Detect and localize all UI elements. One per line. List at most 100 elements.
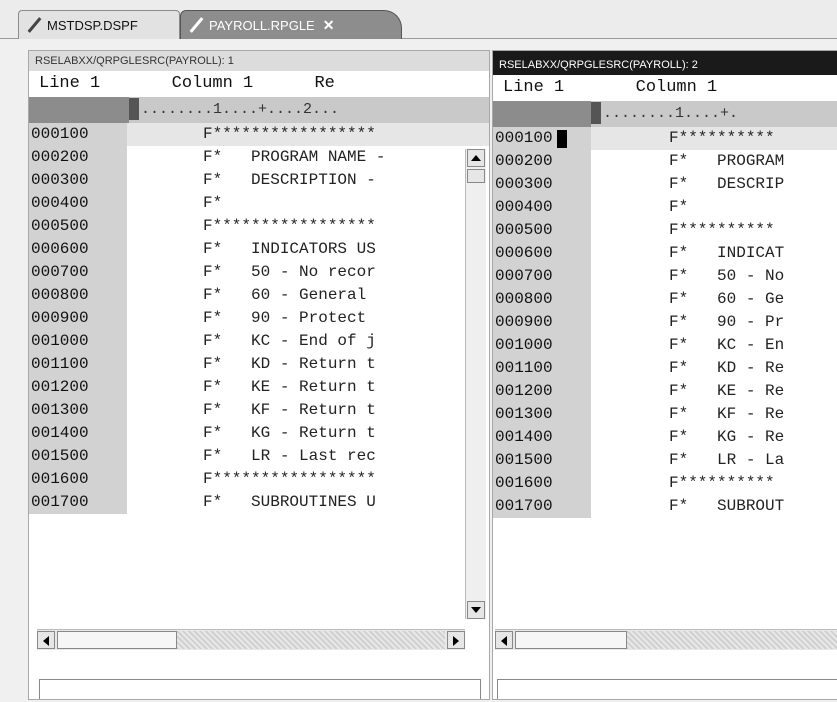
sequence-number: 000100	[493, 127, 591, 150]
source-text[interactable]: F**********	[591, 472, 837, 495]
source-line[interactable]: 001300 F* KF - Return t	[29, 399, 489, 422]
source-line[interactable]: 001600 F*****************	[29, 468, 489, 491]
tab-label: MSTDSP.DSPF	[47, 17, 138, 33]
horizontal-scrollbar[interactable]	[37, 629, 465, 650]
horizontal-scrollbar[interactable]	[495, 629, 837, 650]
source-text[interactable]: F*	[127, 192, 489, 215]
ruler-text: ........1....+.	[603, 105, 739, 122]
source-text[interactable]: F* 60 - General	[127, 284, 489, 307]
source-line[interactable]: 000600 F* INDICATORS US	[29, 238, 489, 261]
source-text[interactable]: F* DESCRIPTION -	[127, 169, 489, 192]
editor-pane-right[interactable]: RSELABXX/QRPGLESRC(PAYROLL): 2 Line 1 Co…	[492, 50, 837, 700]
scroll-thumb[interactable]	[467, 169, 485, 183]
sequence-number: 001700	[493, 495, 591, 518]
source-line[interactable]: 000700 F* 50 - No recor	[29, 261, 489, 284]
scroll-left-button[interactable]	[37, 631, 55, 649]
source-line[interactable]: 000900 F* 90 - Pr	[493, 311, 837, 334]
source-line[interactable]: 000200 F* PROGRAM NAME -	[29, 146, 489, 169]
source-line[interactable]: 001200 F* KE - Return t	[29, 376, 489, 399]
source-lines[interactable]: 000100 F********** 000200 F* PROGRAM 000300 F…	[493, 127, 837, 518]
vertical-scrollbar[interactable]	[465, 149, 486, 619]
source-text[interactable]: F*****************	[127, 123, 489, 146]
source-text[interactable]: F* KC - En	[591, 334, 837, 357]
source-text[interactable]: F* 90 - Protect	[127, 307, 489, 330]
source-text[interactable]: F* PROGRAM	[591, 150, 837, 173]
source-text[interactable]: F* PROGRAM NAME -	[127, 146, 489, 169]
source-line[interactable]: 000500 F**********	[493, 219, 837, 242]
source-line[interactable]: 000400 F*	[29, 192, 489, 215]
source-line[interactable]: 000300 F* DESCRIP	[493, 173, 837, 196]
source-text[interactable]: F* DESCRIP	[591, 173, 837, 196]
source-text[interactable]: F* KD - Re	[591, 357, 837, 380]
source-text[interactable]: F*	[591, 196, 837, 219]
scroll-thumb[interactable]	[515, 631, 627, 649]
scroll-down-button[interactable]	[467, 601, 485, 619]
source-text[interactable]: F* KG - Return t	[127, 422, 489, 445]
sequence-number: 001400	[493, 426, 591, 449]
source-line[interactable]: 000100 F**********	[493, 127, 837, 150]
tab-mstdsp-dspf[interactable]: MSTDSP.DSPF	[18, 10, 180, 39]
tab-payroll-rpgle[interactable]: PAYROLL.RPGLE ✕	[180, 10, 402, 39]
source-line[interactable]: 001000 F* KC - En	[493, 334, 837, 357]
source-text[interactable]: F* INDICAT	[591, 242, 837, 265]
source-line[interactable]: 000100 F*****************	[29, 123, 489, 146]
sequence-number: 001700	[29, 491, 127, 514]
scroll-right-button[interactable]	[447, 631, 465, 649]
editor-pane-left[interactable]: RSELABXX/QRPGLESRC(PAYROLL): 1 Line 1 Co…	[28, 50, 490, 700]
source-line[interactable]: 001400 F* KG - Re	[493, 426, 837, 449]
source-lines[interactable]: 000100 F***************** 000200 F* PROGRAM…	[29, 123, 489, 514]
scroll-track[interactable]	[627, 631, 837, 649]
scroll-left-button[interactable]	[495, 631, 513, 649]
source-line[interactable]: 001300 F* KF - Re	[493, 403, 837, 426]
source-line[interactable]: 000400 F*	[493, 196, 837, 219]
source-text[interactable]: F* KE - Re	[591, 380, 837, 403]
sequence-number: 000300	[493, 173, 591, 196]
sequence-number: 000400	[493, 196, 591, 219]
scroll-thumb[interactable]	[57, 631, 177, 649]
source-line[interactable]: 000300 F* DESCRIPTION -	[29, 169, 489, 192]
source-line[interactable]: 001400 F* KG - Return t	[29, 422, 489, 445]
source-line[interactable]: 001100 F* KD - Return t	[29, 353, 489, 376]
source-text[interactable]: F* KC - End of j	[127, 330, 489, 353]
sequence-number: 001300	[493, 403, 591, 426]
source-text[interactable]: F* 60 - Ge	[591, 288, 837, 311]
scroll-track[interactable]	[177, 631, 445, 649]
source-text[interactable]: F* KF - Return t	[127, 399, 489, 422]
source-line[interactable]: 000500 F*****************	[29, 215, 489, 238]
source-line[interactable]: 001600 F**********	[493, 472, 837, 495]
source-text[interactable]: F* 50 - No	[591, 265, 837, 288]
source-text[interactable]: F* KF - Re	[591, 403, 837, 426]
source-text[interactable]: F* LR - La	[591, 449, 837, 472]
source-text[interactable]: F**********	[591, 127, 837, 150]
scroll-up-button[interactable]	[467, 149, 485, 167]
source-line[interactable]: 001100 F* KD - Re	[493, 357, 837, 380]
source-text[interactable]: F* KG - Re	[591, 426, 837, 449]
source-text[interactable]: F* 50 - No recor	[127, 261, 489, 284]
source-text[interactable]: F* KD - Return t	[127, 353, 489, 376]
source-text[interactable]: F*****************	[127, 215, 489, 238]
source-line[interactable]: 001700 F* SUBROUTINES U	[29, 491, 489, 514]
source-line[interactable]: 001500 F* LR - Last rec	[29, 445, 489, 468]
source-text[interactable]: F*****************	[127, 468, 489, 491]
source-line[interactable]: 001000 F* KC - End of j	[29, 330, 489, 353]
source-line[interactable]: 001200 F* KE - Re	[493, 380, 837, 403]
source-text[interactable]: F* LR - Last rec	[127, 445, 489, 468]
pane-title: RSELABXX/QRPGLESRC(PAYROLL): 1	[29, 51, 489, 71]
source-text[interactable]: F* INDICATORS US	[127, 238, 489, 261]
source-text[interactable]: F* 90 - Pr	[591, 311, 837, 334]
source-line[interactable]: 000200 F* PROGRAM	[493, 150, 837, 173]
source-line[interactable]: 000700 F* 50 - No	[493, 265, 837, 288]
line-column-header: Line 1 Column 1	[493, 75, 837, 101]
source-text[interactable]: F**********	[591, 219, 837, 242]
source-line[interactable]: 000800 F* 60 - Ge	[493, 288, 837, 311]
source-line[interactable]: 000900 F* 90 - Protect	[29, 307, 489, 330]
source-line[interactable]: 000600 F* INDICAT	[493, 242, 837, 265]
source-line[interactable]: 001700 F* SUBROUT	[493, 495, 837, 518]
message-box	[497, 679, 837, 699]
source-text[interactable]: F* SUBROUT	[591, 495, 837, 518]
source-line[interactable]: 000800 F* 60 - General	[29, 284, 489, 307]
source-text[interactable]: F* KE - Return t	[127, 376, 489, 399]
close-icon[interactable]: ✕	[323, 17, 335, 34]
source-line[interactable]: 001500 F* LR - La	[493, 449, 837, 472]
source-text[interactable]: F* SUBROUTINES U	[127, 491, 489, 514]
